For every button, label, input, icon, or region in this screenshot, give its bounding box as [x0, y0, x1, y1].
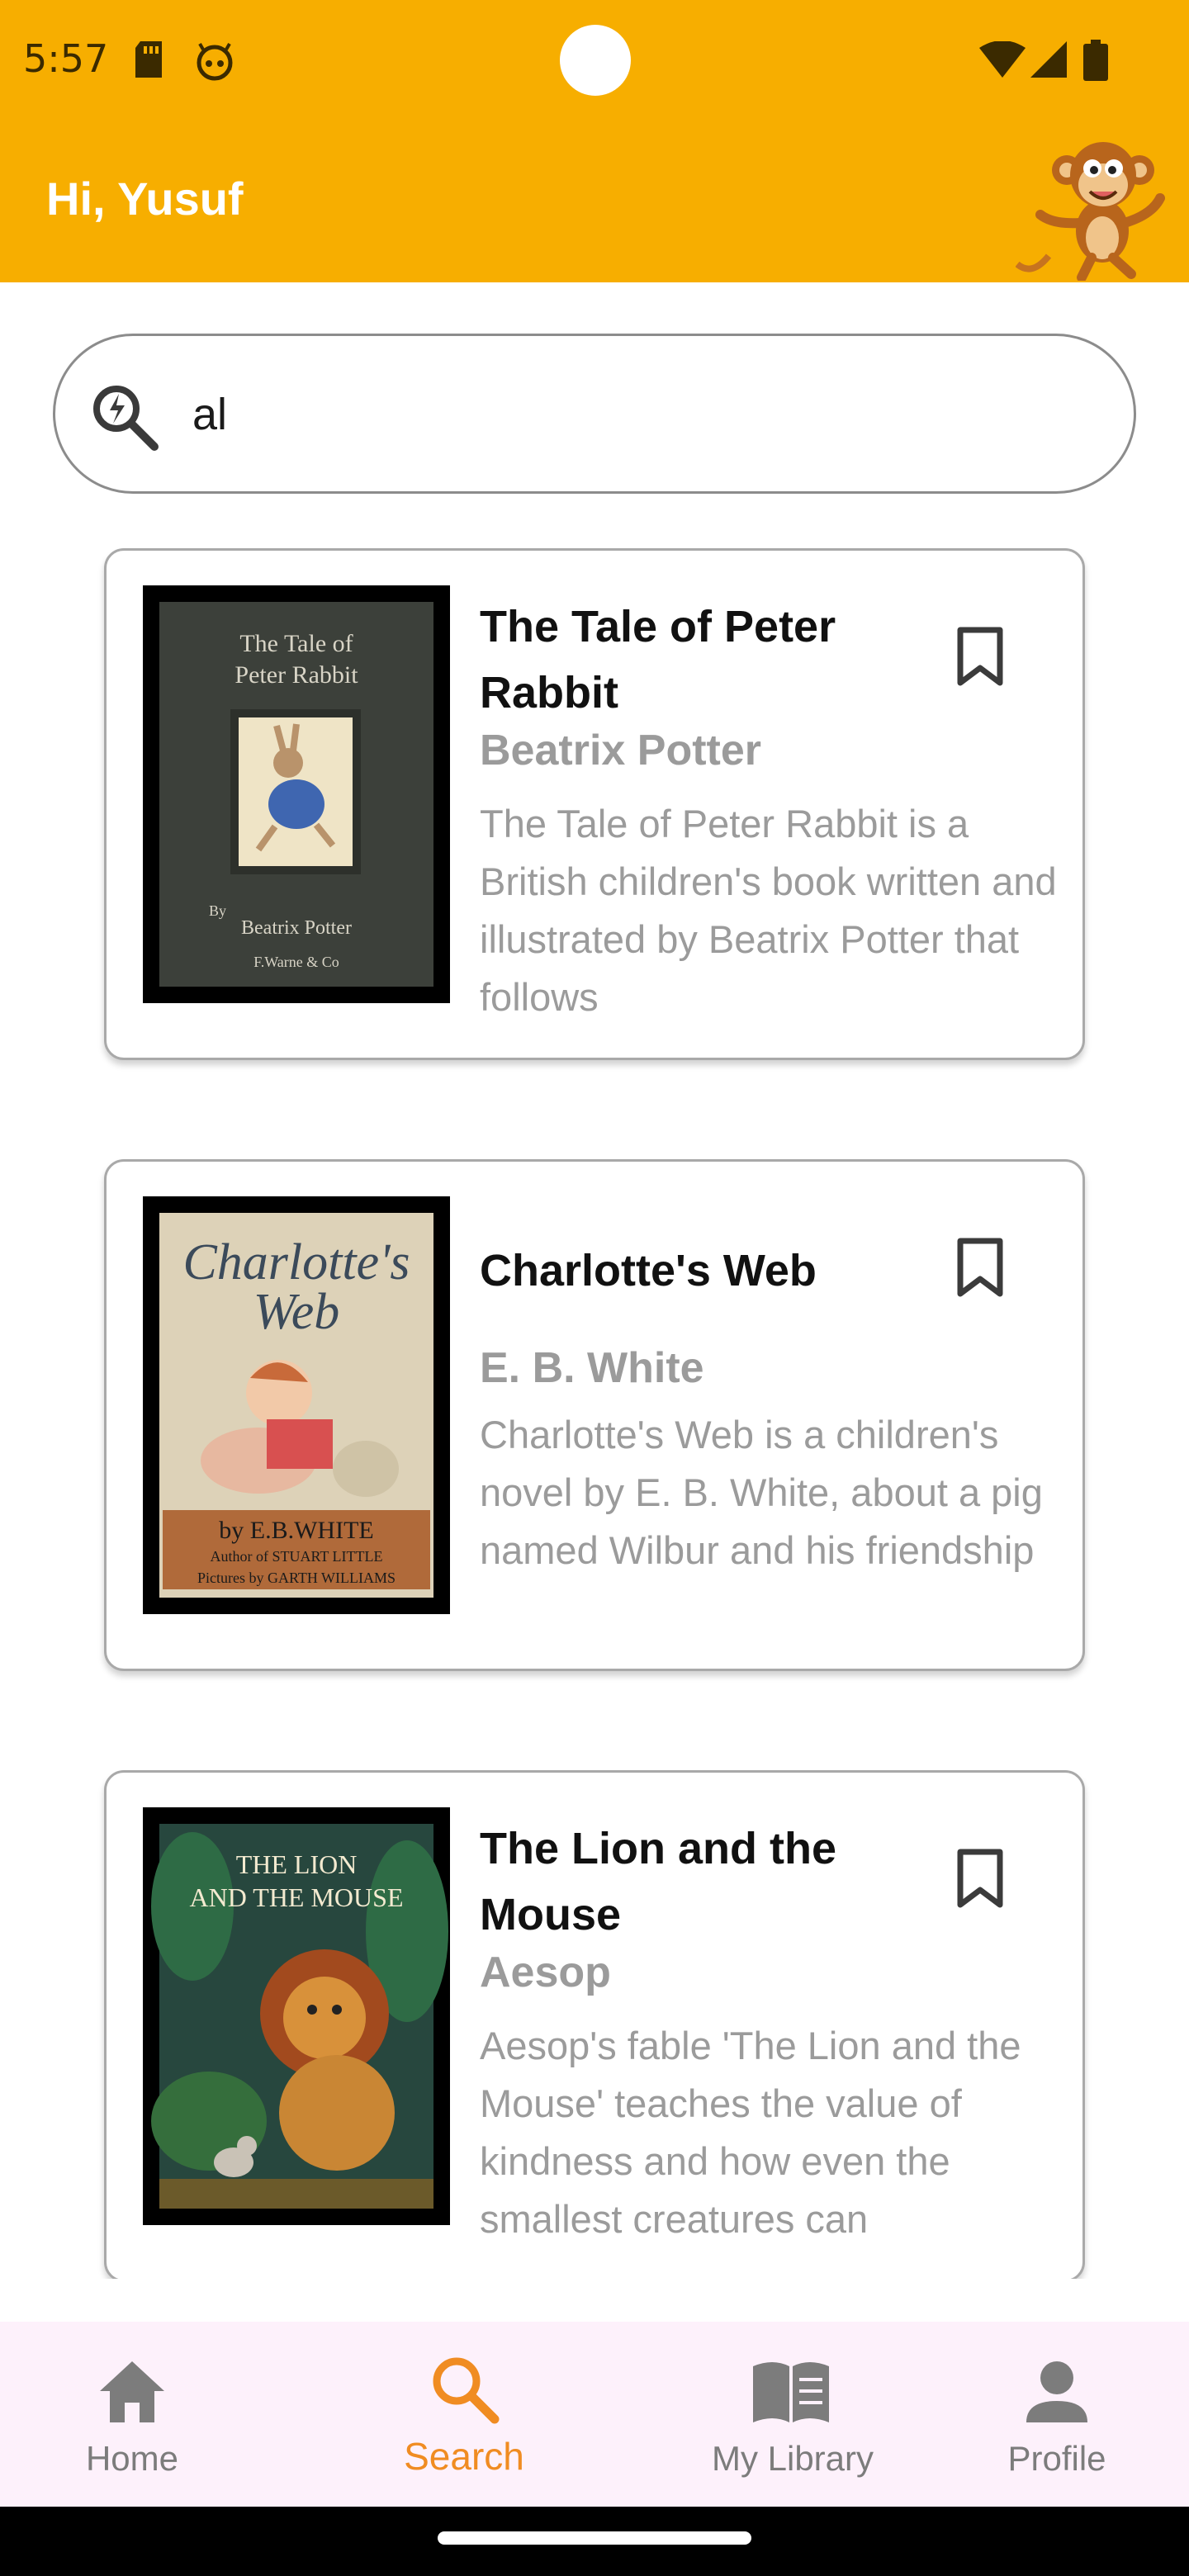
book-cover-image: Charlotte's Web by E.B.WHITE Author of S… — [143, 1196, 450, 1614]
search-results-list[interactable]: The Tale of Peter Rabbit By Beatrix Pott… — [0, 537, 1189, 2279]
app-bar: 5:57 Hi, Yusuf — [0, 0, 1189, 282]
wifi-icon — [979, 41, 1026, 78]
svg-text:By: By — [209, 902, 226, 919]
svg-text:THE LION: THE LION — [236, 1849, 358, 1879]
system-navigation-bar — [0, 2507, 1189, 2576]
svg-text:Charlotte's: Charlotte's — [182, 1234, 410, 1290]
search-input[interactable] — [192, 377, 1101, 452]
book-card[interactable]: THE LION AND THE MOUSE The Lion and the … — [104, 1770, 1085, 2279]
svg-text:by E.B.WHITE: by E.B.WHITE — [219, 1517, 373, 1544]
library-icon — [753, 2362, 829, 2422]
nav-library-label: My Library — [711, 2439, 874, 2478]
nav-my-library[interactable]: My Library — [694, 2322, 892, 2507]
book-author: Beatrix Potter — [480, 727, 761, 774]
search-icon — [433, 2357, 500, 2424]
status-time: 5:57 — [23, 36, 109, 81]
svg-text:Beatrix Potter: Beatrix Potter — [241, 917, 352, 939]
svg-text:Web: Web — [253, 1284, 339, 1340]
greeting-title: Hi, Yusuf — [46, 173, 244, 225]
bottom-navigation: Home Search My Library Profile — [0, 2322, 1189, 2507]
search-bar[interactable] — [53, 334, 1136, 494]
nav-profile[interactable]: Profile — [983, 2322, 1131, 2507]
bookmark-icon[interactable] — [954, 625, 1007, 688]
book-card[interactable]: The Tale of Peter Rabbit By Beatrix Pott… — [104, 548, 1085, 1060]
svg-text:AND THE MOUSE: AND THE MOUSE — [190, 1882, 404, 1912]
camera-cutout — [560, 25, 631, 96]
battery-icon — [1083, 40, 1108, 81]
book-title[interactable]: Charlotte's Web — [480, 1238, 942, 1304]
book-description: The Tale of Peter Rabbit is a British ch… — [480, 802, 1057, 1019]
book-card[interactable]: Charlotte's Web by E.B.WHITE Author of S… — [104, 1159, 1085, 1671]
status-bar: 5:57 — [0, 0, 1189, 124]
signal-icon — [1030, 41, 1067, 78]
svg-text:Pictures by GARTH WILLIAMS: Pictures by GARTH WILLIAMS — [197, 1570, 396, 1586]
nav-home[interactable]: Home — [50, 2322, 215, 2507]
book-description: Aesop's fable 'The Lion and the Mouse' t… — [480, 2024, 1021, 2241]
svg-text:Author of STUART LITTLE: Author of STUART LITTLE — [210, 1548, 382, 1565]
book-cover-image: The Tale of Peter Rabbit By Beatrix Pott… — [143, 585, 450, 1003]
nav-profile-label: Profile — [1007, 2439, 1106, 2478]
book-description: Charlotte's Web is a children's novel by… — [480, 1413, 1043, 1572]
book-title[interactable]: The Lion and the Mouse — [480, 1816, 942, 1948]
search-icon — [93, 386, 159, 451]
book-cover-image: THE LION AND THE MOUSE — [143, 1807, 450, 2225]
nav-search-label: Search — [404, 2435, 524, 2478]
svg-text:Peter Rabbit: Peter Rabbit — [234, 661, 358, 689]
book-author: Aesop — [480, 1949, 611, 1996]
book-author: E. B. White — [480, 1344, 704, 1392]
nav-search[interactable]: Search — [381, 2322, 547, 2507]
search-screen: 5:57 Hi, Yusuf al The Tale of Peter Rabb… — [0, 0, 1189, 2576]
nav-home-label: Home — [85, 2439, 179, 2478]
sd-card-icon — [135, 41, 162, 78]
profile-icon — [1026, 2361, 1087, 2422]
android-bot-icon — [197, 43, 233, 81]
svg-text:The Tale of: The Tale of — [239, 630, 353, 657]
monkey-mascot[interactable] — [1016, 132, 1189, 281]
home-icon — [100, 2361, 164, 2422]
book-title[interactable]: The Tale of Peter Rabbit — [480, 594, 942, 726]
bookmark-icon[interactable] — [954, 1847, 1007, 1910]
home-gesture-handle[interactable] — [438, 2531, 751, 2545]
svg-text:F.Warne & Co: F.Warne & Co — [253, 954, 339, 970]
bookmark-icon[interactable] — [954, 1236, 1007, 1299]
